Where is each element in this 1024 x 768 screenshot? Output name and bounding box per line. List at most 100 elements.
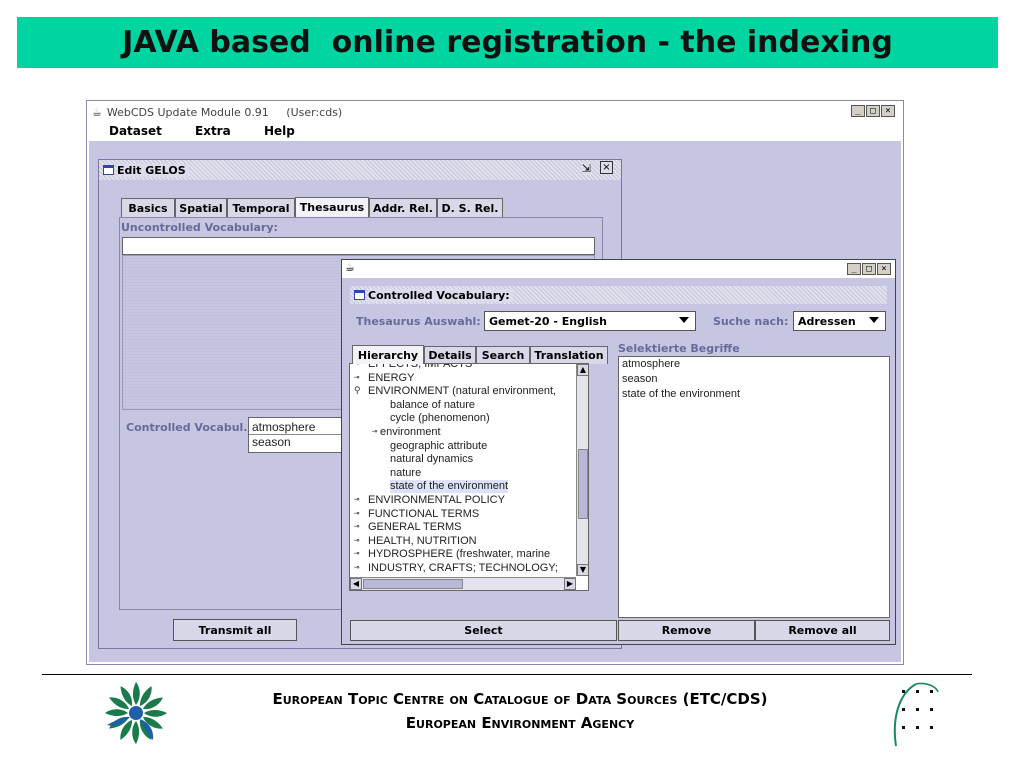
collapsed-node-icon[interactable]: ⊸ (354, 372, 366, 385)
scroll-up-icon[interactable]: ▲ (577, 364, 588, 376)
collapsed-node-icon[interactable]: ⊸ (354, 508, 366, 521)
tree-node-label: GENERAL TERMS (368, 521, 462, 534)
app-window: ☕ WebCDS Update Module 0.91 (User:cds) _… (89, 103, 901, 662)
tab-temporal[interactable]: Temporal (227, 198, 295, 217)
close-button[interactable]: × (877, 263, 891, 275)
etc-cds-logo-icon (893, 682, 939, 747)
select-button[interactable]: Select (350, 620, 617, 641)
list-item[interactable]: season (622, 373, 657, 385)
controlled-vocab-window: ☕ _ □ × Controlled Vocabulary: Thesaurus… (341, 259, 896, 645)
tree-node[interactable]: ⊸ GENERAL TERMS (350, 521, 462, 534)
tree-node-label: ENVIRONMENTAL POLICY (368, 494, 505, 506)
selected-terms-label: Selektierte Begriffe (618, 342, 740, 355)
tree-node[interactable]: geographic attribute (350, 440, 487, 453)
collapsed-node-icon[interactable]: ⊸ (354, 364, 366, 371)
remove-all-button[interactable]: Remove all (755, 620, 890, 641)
collapsed-node-icon[interactable]: ⊸ (354, 521, 366, 534)
tree-node-label: natural dynamics (390, 453, 474, 466)
tab-ds-rel[interactable]: D. S. Rel. (437, 198, 503, 217)
footer-divider (42, 674, 972, 675)
tree-node[interactable]: ⊸ ENVIRONMENTAL POLICY (350, 494, 505, 507)
tree-node[interactable]: ⊸ environment (350, 426, 441, 439)
tab-details[interactable]: Details (424, 346, 476, 364)
remove-button[interactable]: Remove (618, 620, 755, 641)
cv-titlebar[interactable]: ☕ _ □ × (342, 260, 895, 278)
suche-select[interactable]: Adressen (793, 311, 886, 331)
transmit-all-button[interactable]: Transmit all (173, 619, 297, 641)
scroll-right-icon[interactable]: ▶ (564, 578, 576, 590)
menu-help[interactable]: Help (264, 124, 295, 138)
tree-node[interactable]: ⊸ FUNCTIONAL TERMS (350, 508, 479, 521)
scroll-thumb[interactable] (578, 449, 588, 519)
minimize-button[interactable]: _ (847, 263, 861, 275)
tree-node[interactable]: ⊸ HYDROSPHERE (freshwater, marine (350, 548, 550, 561)
collapsed-node-icon[interactable]: ⊸ (354, 494, 366, 507)
scroll-left-icon[interactable]: ◀ (350, 578, 362, 590)
tab-hierarchy[interactable]: Hierarchy (352, 345, 424, 364)
menu-extra[interactable]: Extra (195, 124, 231, 138)
tree-node[interactable]: ⚲ ENVIRONMENT (natural environment, (350, 385, 556, 398)
collapsed-node-icon[interactable]: ⊸ (354, 562, 366, 575)
tab-basics[interactable]: Basics (121, 198, 175, 217)
tree-vscrollbar[interactable]: ▲ ▼ (576, 364, 588, 576)
window-icon (354, 290, 365, 300)
tab-spatial[interactable]: Spatial (175, 198, 227, 217)
close-icon[interactable]: × (600, 161, 613, 174)
expanded-node-icon[interactable]: ⚲ (354, 385, 366, 398)
collapsed-node-icon[interactable]: ⊸ (354, 548, 366, 561)
edit-gelos-titlebar[interactable]: Edit GELOS ⇲ × (99, 160, 621, 180)
collapsed-node-icon[interactable]: ⊸ (354, 535, 366, 548)
tree-node[interactable]: ⊸ ENERGY (350, 372, 414, 385)
list-item[interactable]: atmosphere (622, 358, 680, 370)
tree-node-label: ENERGY (368, 371, 415, 384)
list-item[interactable]: season (252, 435, 291, 449)
close-button[interactable]: × (881, 105, 895, 117)
hscroll-thumb[interactable] (363, 579, 463, 589)
menu-dataset[interactable]: Dataset (109, 124, 162, 138)
tree-node[interactable]: balance of nature (350, 399, 475, 412)
thesaurus-value: Gemet-20 - English (489, 314, 607, 328)
chevron-down-icon (869, 317, 879, 323)
tree-node-label: INDUSTRY, CRAFTS; TECHNOLOGY; (368, 562, 558, 574)
tree-node[interactable]: nature (350, 467, 421, 480)
tab-translation[interactable]: Translation (530, 346, 608, 364)
selected-terms-list[interactable]: atmosphere season state of the environme… (618, 356, 890, 618)
cv-panel-titlebar: Controlled Vocabulary: (350, 286, 887, 304)
tree-node[interactable]: ⊸ INDUSTRY, CRAFTS; TECHNOLOGY; (350, 562, 558, 575)
tree-node[interactable]: ⊸ EFFECTS, IMPACTS (350, 364, 472, 371)
tab-search[interactable]: Search (476, 346, 530, 364)
uncontrolled-label: Uncontrolled Vocabulary: (121, 221, 278, 234)
screenshot-frame: ☕ WebCDS Update Module 0.91 (User:cds) _… (86, 100, 904, 665)
list-item[interactable]: state of the environment (622, 388, 740, 400)
tree-node-label: nature (390, 466, 422, 479)
list-item[interactable]: atmosphere (252, 420, 315, 434)
collapsed-node-icon[interactable]: ⊸ (372, 426, 384, 439)
restore-icon[interactable]: ⇲ (581, 162, 591, 175)
thesaurus-select[interactable]: Gemet-20 - English (484, 311, 696, 331)
window-icon (103, 165, 114, 175)
tree-node-label: HEALTH, NUTRITION (368, 534, 477, 547)
tab-thesaurus[interactable]: Thesaurus (295, 197, 369, 217)
hierarchy-tree[interactable]: ⊸ EFFECTS, IMPACTS ⊸ ENERGY ⚲ ENVIRONMENT (na… (349, 363, 589, 591)
tree-node-label: environment (380, 426, 441, 438)
tree-node-label: cycle (phenomenon) (390, 412, 490, 425)
tree-node-label: HYDROSPHERE (freshwater, marine (368, 548, 551, 561)
app-title: WebCDS Update Module 0.91 (User:cds) (106, 105, 343, 119)
tab-addr-rel[interactable]: Addr. Rel. (369, 198, 437, 217)
controlled-list[interactable]: atmosphere season (248, 417, 348, 453)
controlled-label: Controlled Vocabul... (126, 421, 256, 434)
chevron-down-icon (679, 317, 689, 323)
tree-node[interactable]: state of the environment (350, 480, 509, 494)
uncontrolled-input[interactable] (122, 237, 595, 255)
minimize-button[interactable]: _ (851, 105, 865, 117)
maximize-button[interactable]: □ (866, 105, 880, 117)
suche-value: Adressen (798, 314, 856, 328)
scroll-down-icon[interactable]: ▼ (577, 564, 588, 576)
tree-node[interactable]: cycle (phenomenon) (350, 412, 490, 425)
tree-node[interactable]: ⊸ HEALTH, NUTRITION (350, 535, 477, 548)
edit-gelos-title: Edit GELOS (117, 163, 189, 177)
slide-title: JAVA based online registration - the ind… (17, 17, 998, 68)
maximize-button[interactable]: □ (862, 263, 876, 275)
tree-node[interactable]: natural dynamics (350, 453, 473, 466)
tree-hscrollbar[interactable]: ◀ ▶ (350, 577, 576, 590)
